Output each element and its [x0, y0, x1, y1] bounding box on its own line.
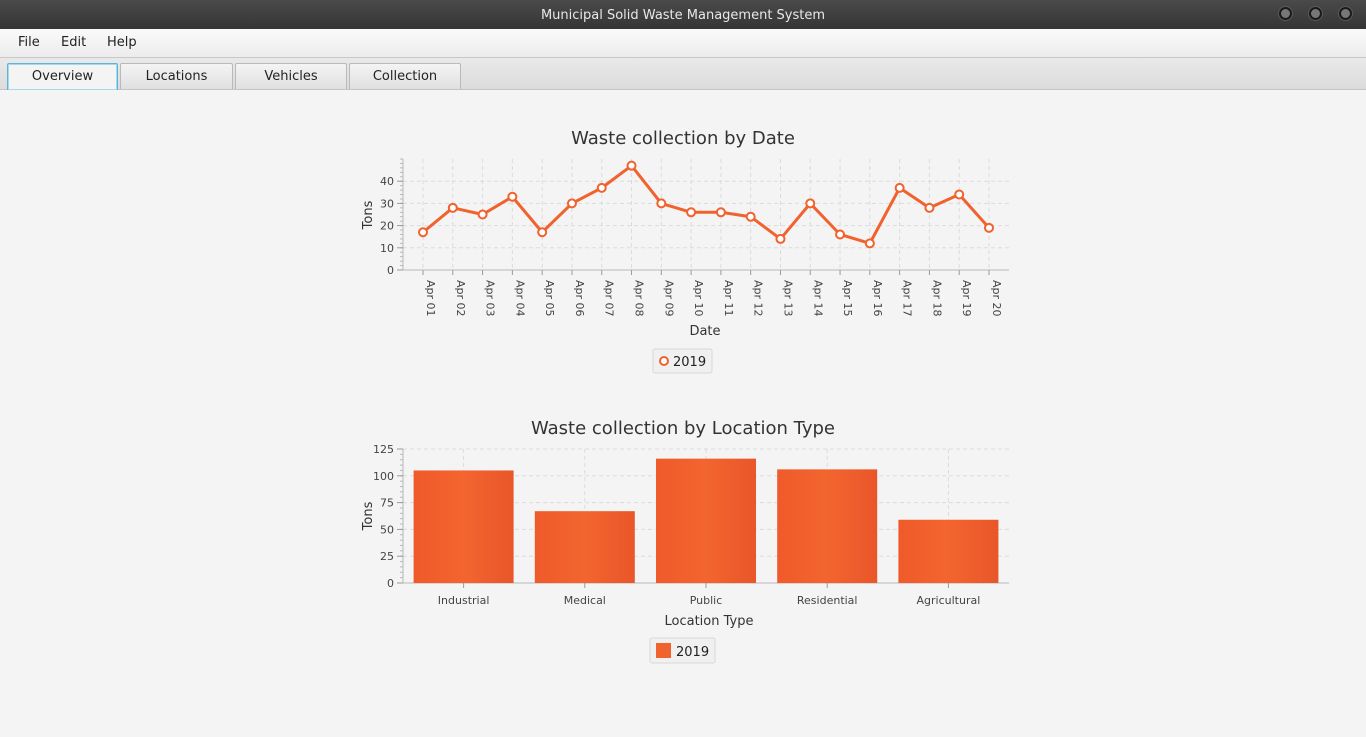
data-point — [537, 227, 548, 238]
legend-label: 2019 — [676, 645, 709, 660]
data-point — [596, 182, 607, 193]
x-tick-label: Apr 03 — [484, 280, 497, 317]
x-tick-label: Apr 13 — [781, 280, 794, 317]
data-point — [835, 229, 846, 240]
bar-medical — [534, 511, 635, 583]
x-tick-label: Public — [690, 594, 723, 607]
overview-charts: Waste collection by Date 0 10 20 30 40 Apr 01 A… — [361, 128, 1009, 664]
bar-industrial — [413, 470, 514, 583]
x-tick-label: Apr 06 — [573, 280, 586, 317]
legend-marker-2019 — [659, 356, 669, 366]
x-tick-label: Apr 04 — [513, 280, 526, 317]
y-tick-label: 30 — [380, 197, 394, 210]
tab-vehicles[interactable]: Vehicles — [235, 63, 347, 89]
bar-agricultural — [898, 519, 999, 583]
tab-overview[interactable]: Overview — [7, 63, 118, 90]
series-line-2019 — [422, 164, 991, 245]
y-axis-title: Tons — [361, 200, 376, 230]
x-tick-label: Apr 12 — [752, 280, 765, 317]
menu-bar: File Edit Help — [0, 29, 1366, 58]
y-axis-title: Tons — [361, 501, 376, 531]
bar-public — [656, 458, 756, 583]
x-axis-title: Location Type — [665, 614, 754, 629]
data-point — [418, 227, 428, 238]
data-point — [745, 211, 756, 222]
x-tick-label: Industrial — [438, 594, 490, 607]
x-tick-label: Apr 18 — [930, 280, 943, 317]
data-point — [775, 233, 786, 244]
y-tick-label: 20 — [380, 220, 394, 233]
y-tick-label: 0 — [387, 264, 394, 277]
y-tick-label: 40 — [380, 175, 394, 188]
x-tick-label: Apr 17 — [901, 280, 914, 317]
x-tick-label: Residential — [797, 594, 858, 607]
y-tick-label: 0 — [387, 577, 394, 590]
x-tick-label: Apr 05 — [543, 280, 556, 317]
x-tick-label: Apr 10 — [692, 280, 705, 317]
x-tick-label: Apr 11 — [722, 280, 735, 317]
data-point — [715, 207, 726, 218]
data-point — [924, 202, 935, 213]
window-title: Municipal Solid Waste Management System — [540, 8, 826, 23]
y-tick-label: 50 — [380, 523, 394, 536]
window-controls — [1279, 7, 1352, 20]
y-tick-label: 100 — [373, 470, 394, 483]
data-point — [477, 209, 488, 220]
window-titlebar: Municipal Solid Waste Management System — [0, 0, 1366, 29]
data-point — [656, 198, 667, 209]
data-point — [626, 160, 637, 171]
x-tick-label: Apr 02 — [454, 280, 467, 317]
tab-bar: Overview Locations Vehicles Collection — [0, 58, 1366, 90]
tab-collection[interactable]: Collection — [349, 63, 461, 89]
bar-chart: Waste collection by Location Type 0 25 50 75… — [361, 418, 1009, 664]
data-point — [566, 198, 577, 209]
data-point — [447, 202, 458, 213]
line-chart-title: Waste collection by Date — [571, 128, 795, 149]
minimize-button[interactable] — [1279, 7, 1292, 20]
x-tick-label: Medical — [564, 594, 606, 607]
data-point — [864, 238, 875, 249]
y-tick-label: 10 — [380, 242, 394, 255]
bar-chart-title: Waste collection by Location Type — [531, 418, 835, 439]
tab-locations[interactable]: Locations — [120, 63, 233, 89]
line-chart: Waste collection by Date 0 10 20 30 40 Apr 01 A… — [361, 128, 1009, 374]
x-tick-label: Apr 16 — [871, 280, 884, 317]
y-tick-label: 75 — [380, 497, 394, 510]
data-point — [894, 182, 905, 193]
x-tick-label: Apr 14 — [811, 280, 824, 317]
x-tick-label: Apr 01 — [424, 280, 437, 317]
menu-edit[interactable]: Edit — [61, 35, 86, 50]
close-button[interactable] — [1339, 7, 1352, 20]
x-tick-label: Apr 19 — [960, 280, 973, 317]
x-tick-label: Apr 15 — [841, 280, 854, 317]
x-tick-label: Agricultural — [917, 594, 981, 607]
menu-file[interactable]: File — [18, 35, 40, 50]
data-point — [507, 191, 518, 202]
data-point — [984, 222, 994, 233]
y-tick-label: 125 — [373, 443, 394, 456]
legend-label: 2019 — [673, 355, 706, 370]
x-axis-title: Date — [689, 324, 720, 339]
maximize-button[interactable] — [1309, 7, 1322, 20]
data-point — [805, 198, 816, 209]
x-tick-label: Apr 09 — [662, 280, 675, 317]
menu-help[interactable]: Help — [107, 35, 137, 50]
data-point — [686, 207, 697, 218]
bar-residential — [777, 469, 878, 583]
legend-marker-2019 — [656, 643, 671, 658]
x-tick-label: Apr 07 — [603, 280, 616, 317]
y-tick-label: 25 — [380, 550, 394, 563]
x-tick-label: Apr 20 — [990, 280, 1003, 317]
x-tick-label: Apr 08 — [633, 280, 646, 317]
data-point — [954, 189, 965, 200]
